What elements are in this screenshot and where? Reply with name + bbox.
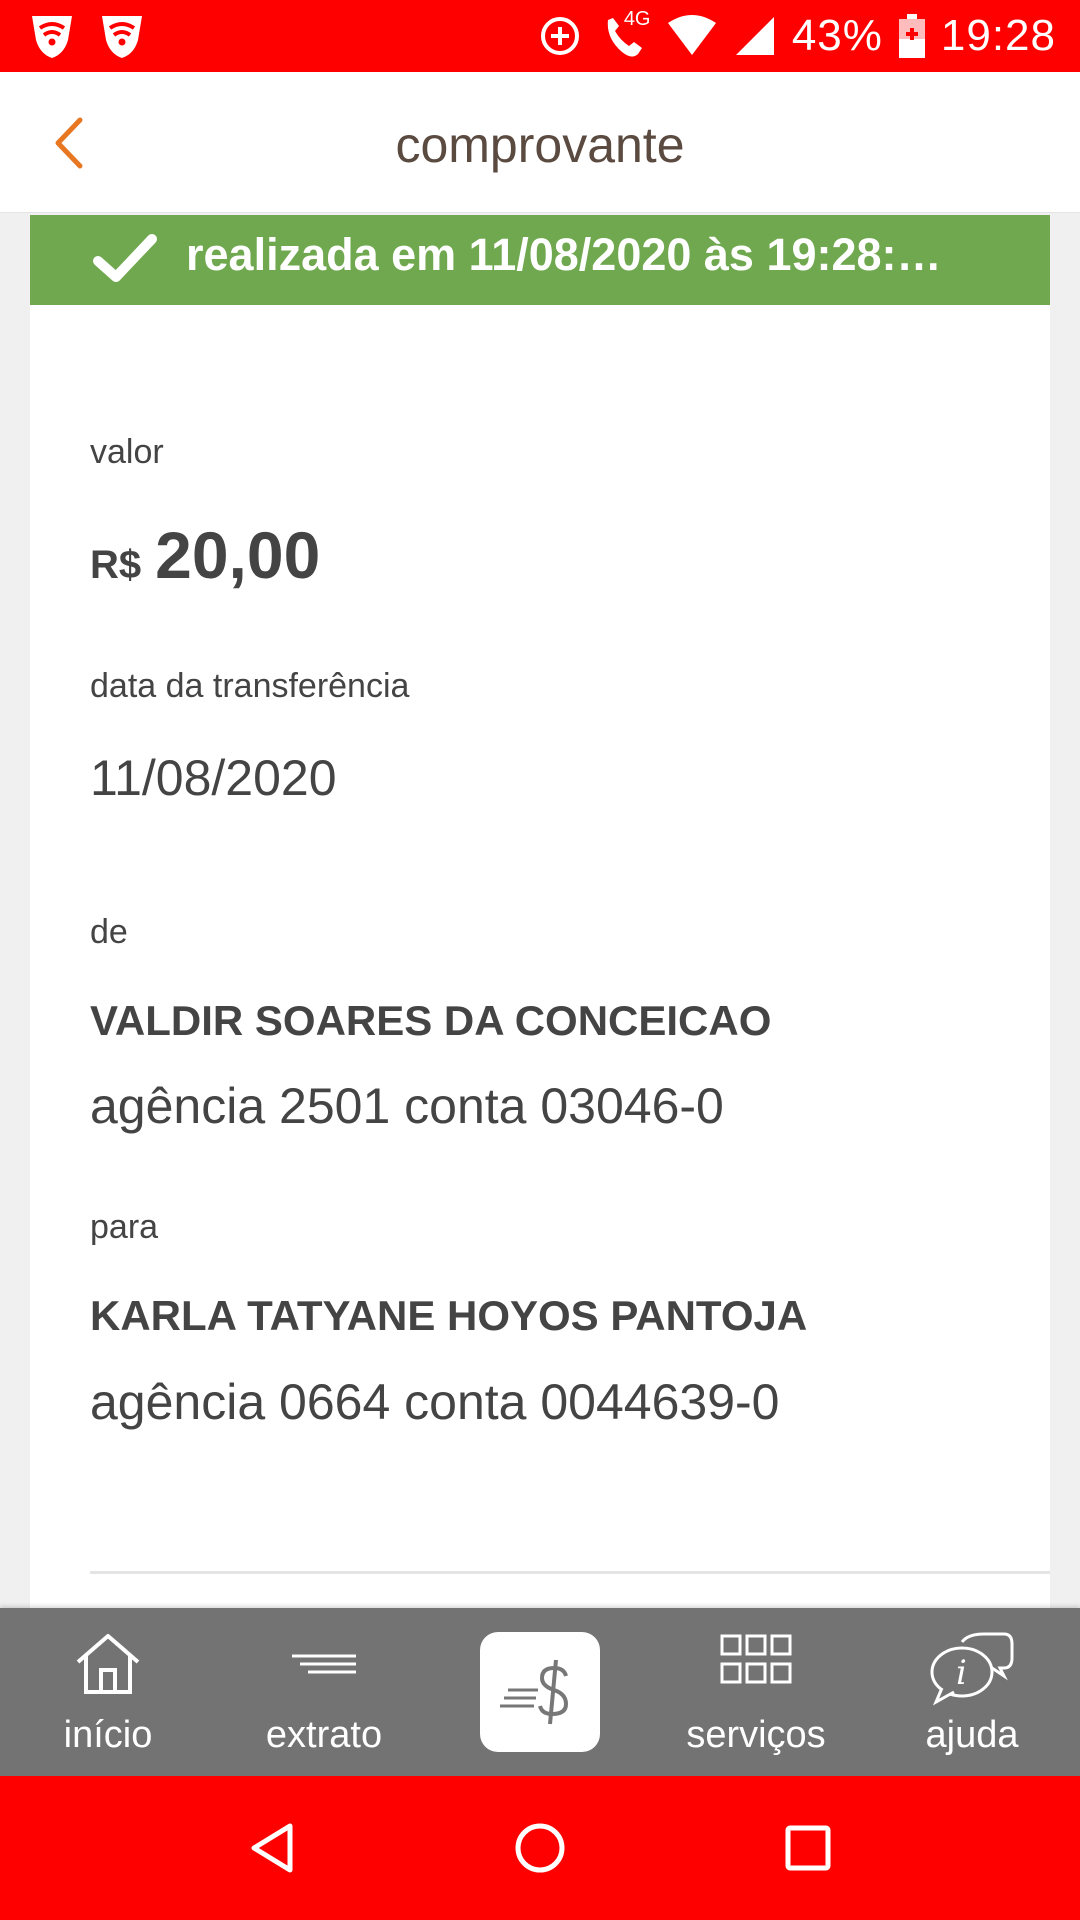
network-type: 4G xyxy=(623,8,651,30)
page-title: comprovante xyxy=(395,117,685,173)
system-back-icon[interactable] xyxy=(246,1820,298,1876)
data-saver-icon xyxy=(540,17,579,55)
battery-icon xyxy=(898,14,925,58)
notification-shield-icon xyxy=(32,16,72,58)
status-bar: 4G 43% 19:28 xyxy=(0,0,1080,72)
nav-servicos[interactable]: serviços xyxy=(656,1608,856,1776)
transfer-status-text: realizada em 11/08/2020 às 19:28:… xyxy=(186,229,942,280)
from-label: de xyxy=(90,913,128,951)
recipient-account: agência 0664 conta 0044639-0 xyxy=(90,1374,780,1430)
to-label: para xyxy=(90,1208,159,1246)
amount-label: valor xyxy=(90,433,164,471)
grid-icon xyxy=(720,1634,792,1684)
nav-extrato[interactable]: extrato xyxy=(224,1608,424,1776)
statement-lines-icon xyxy=(292,1654,356,1674)
divider xyxy=(90,1571,1050,1574)
svg-text:i: i xyxy=(956,1653,967,1693)
nav-inicio[interactable]: início xyxy=(8,1608,208,1776)
recipient-name: KARLA TATYANE HOYOS PANTOJA xyxy=(90,1292,808,1339)
help-chat-icon: i xyxy=(930,1632,1014,1706)
transfer-money-icon xyxy=(500,1659,569,1725)
date-label: data da transferência xyxy=(90,667,410,705)
clock: 19:28 xyxy=(940,11,1056,60)
sender-account: agência 2501 conta 03046-0 xyxy=(90,1078,724,1134)
transfer-button[interactable] xyxy=(480,1632,600,1752)
sender-name: VALDIR SOARES DA CONCEICAO xyxy=(90,997,772,1044)
nav-label: ajuda xyxy=(925,1714,1019,1756)
volte-call-icon: 4G xyxy=(598,8,651,62)
amount-value: R$ 20,00 xyxy=(90,517,320,593)
system-navigation-bar xyxy=(0,1776,1080,1920)
notification-shield-icon xyxy=(102,16,142,58)
wifi-icon xyxy=(667,15,716,55)
amount-number: 20,00 xyxy=(155,518,321,592)
success-banner: realizada em 11/08/2020 às 19:28:… xyxy=(30,215,1050,305)
bottom-navigation: início extrato serviços i ajuda xyxy=(0,1608,1080,1776)
transfer-date: 11/08/2020 xyxy=(90,750,337,806)
cell-signal-icon xyxy=(735,17,774,55)
nav-label: extrato xyxy=(265,1714,383,1756)
app-header: comprovante xyxy=(0,72,1080,213)
nav-label: início xyxy=(63,1714,153,1756)
receipt-card: realizada em 11/08/2020 às 19:28:… valor… xyxy=(30,215,1050,1610)
nav-ajuda[interactable]: i ajuda xyxy=(872,1608,1072,1776)
home-icon xyxy=(76,1634,140,1694)
checkmark-icon xyxy=(93,234,157,282)
nav-label: serviços xyxy=(686,1714,826,1756)
currency-symbol: R$ xyxy=(90,543,142,587)
system-recents-icon[interactable] xyxy=(782,1820,834,1876)
system-home-icon[interactable] xyxy=(512,1820,568,1876)
battery-percentage: 43% xyxy=(791,11,883,60)
